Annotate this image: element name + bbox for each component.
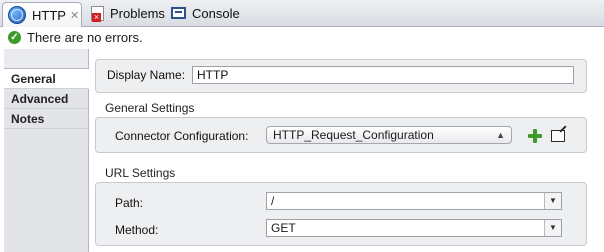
tab-http[interactable]: HTTP ✕ [2,2,82,27]
nav-item-general[interactable]: General [4,69,89,89]
connector-config-label: Connector Configuration: [115,129,249,143]
url-settings-title: URL Settings [105,166,176,180]
chevron-down-icon[interactable]: ▼ [544,193,561,209]
general-settings-title: General Settings [105,101,195,115]
check-circle-icon: ✓ [8,30,21,44]
chevron-down-icon[interactable]: ▼ [544,220,561,236]
nav-item-advanced[interactable]: Advanced [4,89,88,109]
left-nav: General Advanced Notes [4,49,89,252]
close-icon[interactable]: ✕ [70,9,79,22]
problems-icon [91,5,104,22]
globe-icon [8,6,26,24]
url-settings-group: Path: / ▼ Method: GET ▼ [95,182,587,246]
status-bar: ✓ There are no errors. [0,27,604,47]
add-icon[interactable] [528,129,542,143]
properties-panel: Display Name: HTTP General Settings Conn… [89,49,600,252]
edit-icon[interactable] [551,130,565,142]
tab-console[interactable]: Console [166,0,240,26]
connector-config-value: HTTP_Request_Configuration [273,128,434,142]
editor-tab-bar: HTTP ✕ Problems Console [0,0,604,27]
method-value: GET [271,221,296,235]
general-settings-group: Connector Configuration: HTTP_Request_Co… [95,117,587,153]
display-name-label: Display Name: [107,68,186,82]
display-name-input[interactable]: HTTP [192,66,574,84]
console-icon [171,7,186,19]
path-label: Path: [115,196,144,210]
display-name-group: Display Name: HTTP [95,59,587,93]
path-value: / [271,194,275,208]
tab-problems-label: Problems [110,5,165,21]
path-combobox[interactable]: / ▼ [266,192,562,210]
status-message: There are no errors. [27,29,143,45]
method-combobox[interactable]: GET ▼ [266,219,562,237]
tab-http-label: HTTP [32,7,66,23]
tab-problems[interactable]: Problems [86,0,165,26]
tab-console-label: Console [192,5,240,21]
method-label: Method: [115,223,159,237]
nav-item-notes[interactable]: Notes [4,109,88,129]
connector-config-select[interactable]: HTTP_Request_Configuration ▲ [266,126,512,144]
updown-arrow-icon: ▲ [496,130,505,140]
nav-spacer [4,49,88,69]
